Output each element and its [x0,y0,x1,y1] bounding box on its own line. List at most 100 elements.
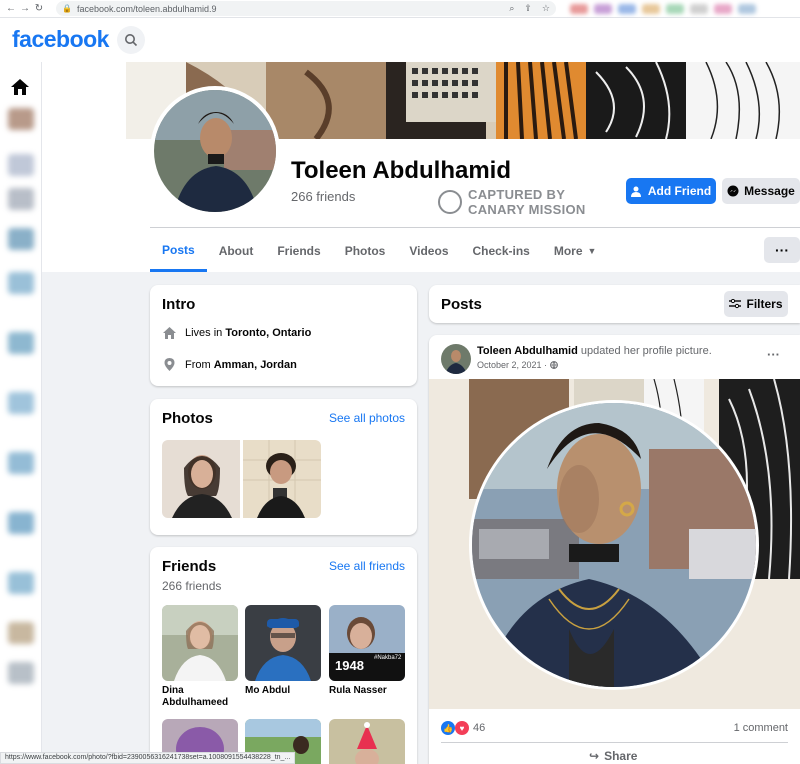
friend-name[interactable]: Rula Nasser [329,685,405,697]
post-header-text: Toleen Abdulhamid updated her profile pi… [477,345,712,357]
shortcut-item[interactable] [8,572,34,594]
share-page-icon[interactable]: ⇪ [524,3,532,14]
post-card: Toleen Abdulhamid updated her profile pi… [429,335,800,764]
friend-avatar [245,605,321,681]
posts-header-card: Posts Filters [429,285,800,323]
shortcut-item[interactable] [8,452,34,474]
shortcut-item[interactable] [8,512,34,534]
home-icon[interactable] [10,78,30,96]
reactions-count: 46 [473,722,486,734]
left-navigation-rail [0,62,42,764]
friends-title: Friends [162,558,217,575]
shortcut-item[interactable] [8,622,34,644]
profile-more-button[interactable]: ··· [764,237,800,263]
shortcut-item[interactable] [8,188,34,210]
photo-thumbnail[interactable] [162,440,240,518]
house-icon [163,327,176,339]
lives-city-link[interactable]: Toronto, Ontario [225,327,311,339]
reload-icon[interactable]: ↻ [32,3,46,14]
nakba-badge-number: 1948 [335,658,364,673]
add-friend-label: Add Friend [647,184,712,198]
tab-photos[interactable]: Photos [333,230,398,272]
friend-name[interactable]: Dina Abdulhameed [162,685,238,709]
shortcut-item[interactable] [8,154,34,176]
friend-name[interactable]: Mo Abdul [245,685,321,697]
post-author-name[interactable]: Toleen Abdulhamid [477,345,578,357]
profile-picture[interactable] [150,86,280,216]
facebook-logo[interactable]: facebook [12,26,109,53]
add-friend-button[interactable]: Add Friend [626,178,716,204]
shortcut-item[interactable] [8,228,34,250]
post-menu-button[interactable]: ··· [767,347,780,362]
from-prefix: From [185,358,211,371]
tab-more-label: More [553,244,583,258]
nakba-badge-tag: #Nakba72 [374,655,402,661]
love-reaction-icon: ♥ [455,721,469,735]
like-reaction-icon: 👍 [441,721,455,735]
shortcut-item[interactable] [8,662,34,684]
tab-about[interactable]: About [207,230,266,272]
friends-card-count: 266 friends [162,579,222,593]
friend-tile[interactable]: Dina Abdulhameed [162,605,238,709]
back-icon[interactable]: ← [4,3,18,14]
shortcut-item[interactable] [8,332,34,354]
facebook-header: facebook [0,18,800,62]
search-button[interactable] [117,26,145,54]
filters-label: Filters [746,297,783,311]
extensions-area [570,3,756,14]
from-city-link[interactable]: Amman, Jordan [214,359,297,371]
post-photo[interactable] [429,379,800,709]
profile-picture-post-image [429,379,800,709]
share-label: Share [604,749,638,763]
friend-avatar[interactable] [329,719,405,764]
watermark-logo-icon [438,190,462,214]
friend-tile[interactable]: Mo Abdul [245,605,321,697]
friend-avatar [162,605,238,681]
message-label: Message [744,184,795,198]
shortcut-item[interactable] [8,272,34,294]
photos-title: Photos [162,410,213,427]
friend-avatar: 1948 #Nakba72 [329,605,405,681]
tab-check-ins[interactable]: Check-ins [461,230,542,272]
posts-title: Posts [441,296,482,313]
zoom-icon[interactable]: ⌕ [509,3,514,14]
message-button[interactable]: Message [722,178,800,204]
globe-icon [550,361,558,369]
tab-friends[interactable]: Friends [265,230,332,272]
photo-thumbnail[interactable] [243,440,321,518]
lock-icon: 🔒 [62,4,72,13]
post-date-row: October 2, 2021 · [477,360,558,370]
search-icon [125,34,138,47]
profile-tabs: Posts About Friends Photos Videos Check-… [150,230,608,272]
watermark-line2: CANARY MISSION [468,202,586,217]
share-arrow-icon: ↪ [589,749,600,763]
shortcut-item[interactable] [8,392,34,414]
post-date[interactable]: October 2, 2021 · [477,360,547,370]
friends-count[interactable]: 266 friends [291,189,355,204]
tabs-divider [150,227,800,228]
post-reactions[interactable]: 👍 ♥ 46 [441,721,485,735]
location-pin-icon [164,358,175,371]
friend-tile[interactable]: 1948 #Nakba72 Rula Nasser [329,605,405,697]
tab-videos[interactable]: Videos [397,230,460,272]
comments-count[interactable]: 1 comment [734,722,788,734]
forward-icon[interactable]: → [18,3,32,14]
bookmark-star-icon[interactable]: ☆ [542,3,550,14]
see-all-photos-link[interactable]: See all photos [329,411,405,425]
intro-card: Intro Lives in Toronto, Ontario From Amm… [150,285,417,386]
post-action-text: updated her profile picture. [580,345,712,357]
post-actions-divider [441,742,788,743]
share-button[interactable]: ↪ Share [589,749,637,763]
messenger-icon [727,185,739,197]
address-bar[interactable]: 🔒 facebook.com/toleen.abdulhamid.9 ⌕ ⇪ ☆ [56,1,556,16]
filters-button[interactable]: Filters [724,291,788,317]
tab-posts[interactable]: Posts [150,230,207,272]
intro-title: Intro [162,296,196,313]
shortcut-item[interactable] [8,108,34,130]
see-all-friends-link[interactable]: See all friends [329,559,405,573]
post-author-avatar[interactable] [441,344,471,374]
caret-down-icon: ▼ [587,246,597,256]
profile-name: Toleen Abdulhamid [291,157,511,184]
tab-more[interactable]: More ▼ [542,230,609,272]
browser-toolbar: ← → ↻ 🔒 facebook.com/toleen.abdulhamid.9… [0,0,800,18]
